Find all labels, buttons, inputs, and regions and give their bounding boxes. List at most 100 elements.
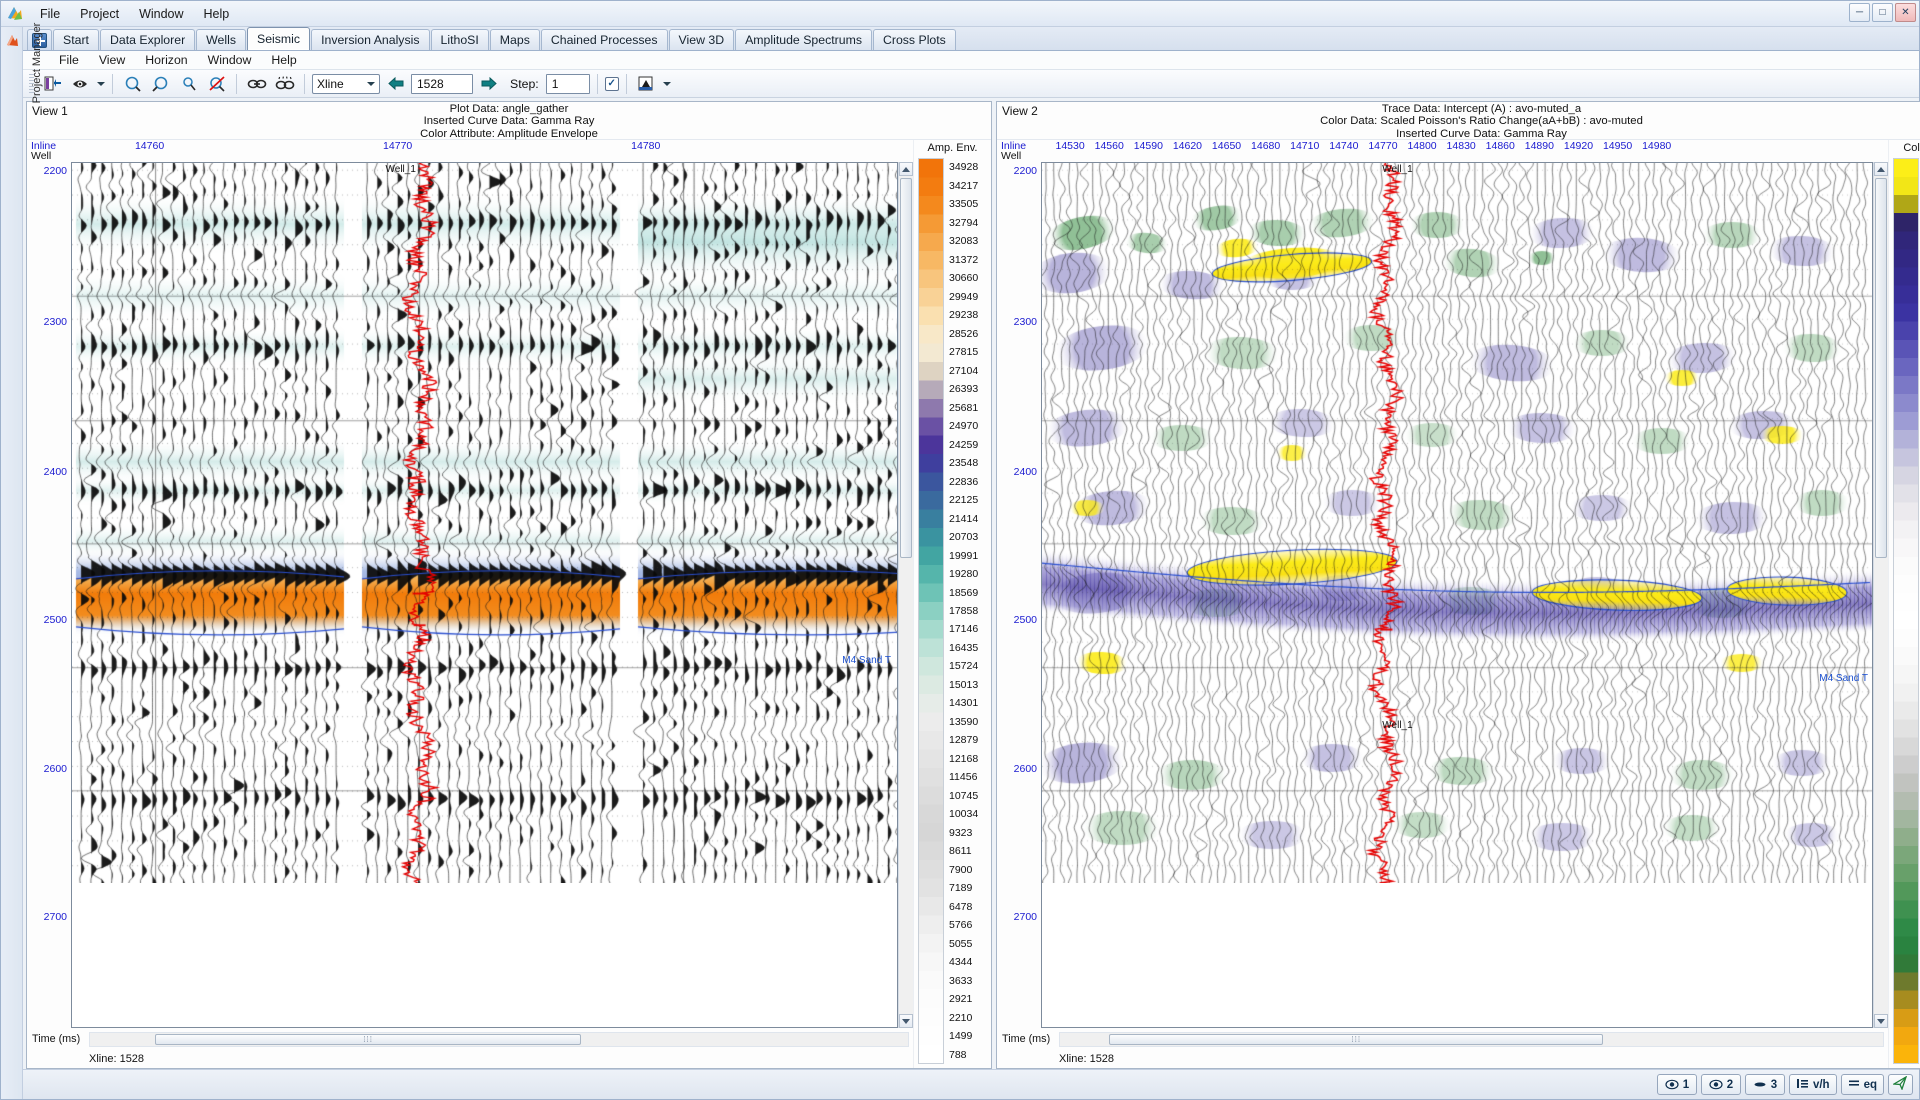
view-1-hscroll-thumb[interactable]: ⁞⁞⁞: [155, 1034, 580, 1045]
tab-wells[interactable]: Wells: [196, 29, 246, 50]
next-button[interactable]: [476, 72, 501, 95]
tab-chained-processes[interactable]: Chained Processes: [541, 29, 668, 50]
sub-menu-window[interactable]: Window: [198, 51, 262, 69]
view-1-toggle-label: 1: [1683, 1079, 1689, 1091]
project-manager-dock[interactable]: Project Manager: [1, 27, 23, 1099]
step-input[interactable]: 1: [546, 74, 590, 94]
colorbar-tick: 20703: [949, 531, 978, 543]
view-2-seismic-image[interactable]: [1042, 163, 1872, 883]
previous-button[interactable]: [383, 72, 408, 95]
tab-amplitude-spectrums[interactable]: Amplitude Spectrums: [735, 29, 872, 50]
step-label: Step:: [510, 77, 539, 91]
equalize-button[interactable]: eq: [1841, 1074, 1884, 1095]
view-2-well-label-mid: Well_1: [1382, 720, 1412, 731]
view-2-scroll-thumb[interactable]: [1875, 178, 1887, 558]
eye-dropdown-arrow-icon[interactable]: [97, 82, 105, 86]
close-button[interactable]: ✕: [1895, 3, 1916, 22]
picker-icon[interactable]: [634, 72, 659, 95]
colorbar-tick: 33505: [949, 198, 978, 210]
view-1-x-ticks: 147601477014780: [71, 140, 898, 162]
x-tick: 14650: [1212, 140, 1241, 152]
menu-item-window[interactable]: Window: [130, 4, 192, 24]
tab-cross-plots[interactable]: Cross Plots: [873, 29, 956, 50]
view-1-horizontal-scrollbar[interactable]: ⁞⁞⁞: [89, 1032, 909, 1047]
view-1-title-line-3: Color Attribute: Amplitude Envelope: [27, 128, 991, 140]
view-2-scroll-up[interactable]: [1874, 162, 1888, 176]
sub-menu-file[interactable]: File: [49, 51, 89, 69]
view-2-seismic-canvas[interactable]: M4 Sand T Well_1 Well_1: [1041, 162, 1873, 1028]
vertical-horizontal-toggle[interactable]: v/h: [1789, 1074, 1837, 1095]
view-1-plot-area: Inline Well 147601477014780 220023002400…: [27, 140, 913, 1068]
eye-icon[interactable]: [68, 72, 93, 95]
view-2-toggle[interactable]: 2: [1701, 1074, 1741, 1095]
zoom-in-icon[interactable]: [120, 72, 145, 95]
view-2-x-ticks: 1453014560145901462014650146801471014740…: [1041, 140, 1873, 162]
y-tick: 2200: [1014, 165, 1037, 177]
colorbar-tick: 5055: [949, 938, 972, 950]
colorbar-tick: 21414: [949, 513, 978, 525]
view-1-seismic-canvas[interactable]: M4 Sand T Well_1: [71, 162, 898, 1028]
colorbar-tick: 15724: [949, 660, 978, 672]
view-1-title-line-2: Inserted Curve Data: Gamma Ray: [27, 115, 991, 127]
view-2-title-line-3: Inserted Curve Data: Gamma Ray: [997, 128, 1920, 140]
view-2-titles: Trace Data: Intercept (A) : avo-muted_a …: [997, 102, 1920, 140]
zoom-reset-icon[interactable]: [204, 72, 229, 95]
view-2-title-line-2: Color Data: Scaled Poisson's Ratio Chang…: [997, 115, 1920, 127]
view-2-vertical-scrollbar[interactable]: [1873, 162, 1888, 1028]
sub-menu-view[interactable]: View: [89, 51, 135, 69]
tab-start[interactable]: Start: [53, 29, 99, 50]
view-1-scroll-down[interactable]: [899, 1014, 913, 1028]
toolbar-checkbox[interactable]: ✓: [605, 77, 619, 91]
view-2-horizontal-scrollbar[interactable]: ⁞⁞⁞: [1059, 1032, 1884, 1047]
zoom-out-icon[interactable]: [148, 72, 173, 95]
view-1-header: View 1 Plot Data: angle_gather Inserted …: [27, 102, 991, 140]
menu-item-project[interactable]: Project: [71, 4, 128, 24]
colorbar-tick: 19280: [949, 568, 978, 580]
colorbar-tick: 7900: [949, 864, 972, 876]
tab-lithosi[interactable]: LithoSI: [431, 29, 489, 50]
view-2-hscroll-thumb[interactable]: ⁞⁞⁞: [1109, 1034, 1603, 1045]
airplane-button[interactable]: [1888, 1074, 1913, 1095]
line-number-input[interactable]: 1528: [411, 74, 473, 94]
sub-menu-horizon[interactable]: Horizon: [135, 51, 197, 69]
toolbar-separator-5: [626, 74, 627, 94]
view-1-vertical-scrollbar[interactable]: [898, 162, 913, 1028]
view-1-well-label: Well_1: [386, 164, 416, 175]
zoom-area-icon[interactable]: [176, 72, 201, 95]
x-tick: 14560: [1095, 140, 1124, 152]
view-1-colorbar-ticks: 3492834217335053279432083313723066029949…: [944, 158, 989, 1064]
unlink-icon[interactable]: [272, 72, 297, 95]
colorbar-tick: 12168: [949, 753, 978, 765]
view-2-hscroll-grip: ⁞⁞⁞: [1351, 1035, 1361, 1044]
tab-seismic[interactable]: Seismic: [247, 27, 310, 50]
colorbar-tick: 22836: [949, 476, 978, 488]
tab-inversion-analysis[interactable]: Inversion Analysis: [311, 29, 429, 50]
menu-item-help[interactable]: Help: [195, 4, 239, 24]
x-tick: 14530: [1056, 140, 1085, 152]
view-3-toggle[interactable]: 3: [1745, 1074, 1785, 1095]
direction-combo[interactable]: Xline: [312, 74, 380, 94]
view-2-scroll-down[interactable]: [1874, 1014, 1888, 1028]
title-bar: File Project Window Help ─ □ ✕: [1, 1, 1919, 27]
view-1-toggle[interactable]: 1: [1657, 1074, 1697, 1095]
maximize-button[interactable]: □: [1872, 3, 1893, 22]
sub-menu-help[interactable]: Help: [261, 51, 306, 69]
insert-curve-icon[interactable]: [40, 72, 65, 95]
equals-icon: [1848, 1078, 1860, 1091]
view-1-scroll-thumb[interactable]: [900, 178, 912, 558]
view-2-toggle-label: 2: [1727, 1079, 1733, 1091]
view-1-well-axis-label: Well: [31, 150, 51, 162]
colorbar-tick: 2921: [949, 993, 972, 1005]
tab-maps[interactable]: Maps: [490, 29, 540, 50]
picker-dropdown-arrow-icon[interactable]: [663, 82, 671, 86]
view-1-scroll-up[interactable]: [899, 162, 913, 176]
seismic-sub-menu-bar: File View Horizon Window Help: [23, 51, 1919, 70]
view-2-well-label-top: Well_1: [1382, 164, 1412, 175]
minimize-button[interactable]: ─: [1849, 3, 1870, 22]
view-1-seismic-image[interactable]: [72, 163, 898, 883]
link-icon[interactable]: [244, 72, 269, 95]
tab-view-3d[interactable]: View 3D: [669, 29, 735, 50]
tab-data-explorer[interactable]: Data Explorer: [100, 29, 195, 50]
colorbar-tick: 25681: [949, 402, 978, 414]
colorbar-tick: 34217: [949, 180, 978, 192]
